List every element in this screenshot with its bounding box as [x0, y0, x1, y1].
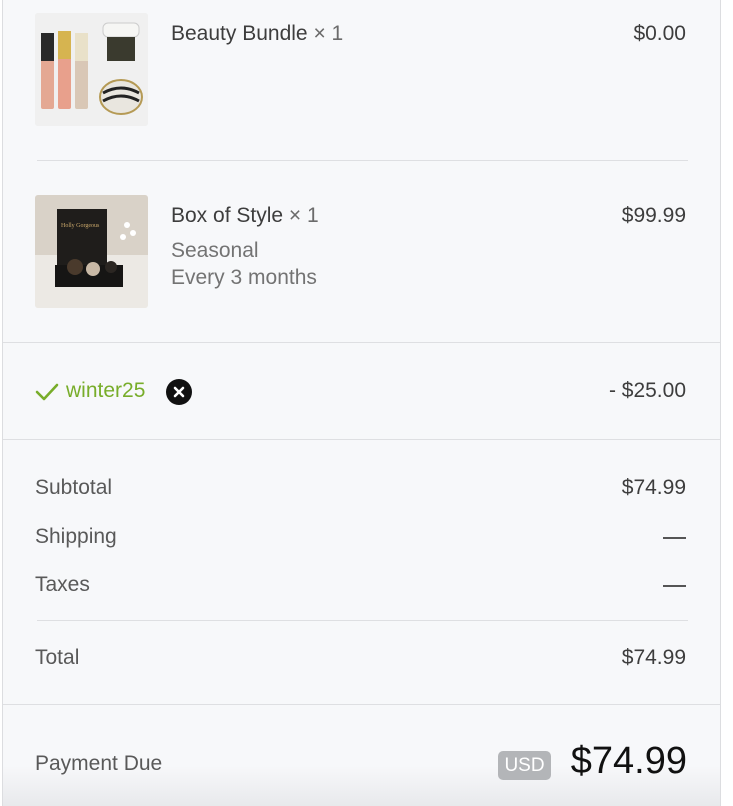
- box-of-style-image: Holly Gorgeous: [35, 195, 148, 308]
- shipping-label: Shipping: [35, 525, 117, 548]
- item-price: $99.99: [621, 204, 686, 227]
- beauty-bundle-image: [35, 13, 148, 126]
- discount-code: winter25: [66, 379, 146, 402]
- subscription-label: Seasonal: [171, 239, 259, 262]
- discount-row: winter25 - $25.00: [35, 375, 686, 409]
- remove-discount-button[interactable]: [166, 379, 192, 405]
- subscription-frequency: Every 3 months: [171, 266, 317, 289]
- discount-amount: - $25.00: [608, 379, 686, 402]
- total-row: Total $74.99: [35, 646, 686, 672]
- line-item: Beauty Bundle × 1 $0.00: [35, 13, 686, 126]
- divider: [3, 342, 720, 343]
- payment-due-amount: $74.99: [570, 740, 687, 782]
- taxes-row: Taxes: [35, 573, 686, 599]
- total-value: $74.99: [621, 646, 686, 669]
- check-icon: [35, 383, 59, 401]
- currency-badge: USD: [498, 751, 551, 780]
- item-price: $0.00: [633, 22, 686, 45]
- line-item: Holly Gorgeous Box of Style × 1 Seasonal…: [35, 195, 686, 308]
- total-label: Total: [35, 646, 80, 669]
- subtotal-label: Subtotal: [35, 476, 113, 499]
- divider: [37, 160, 688, 161]
- shipping-row: Shipping: [35, 525, 686, 551]
- subtotal-value: $74.99: [621, 476, 686, 499]
- subtotal-row: Subtotal $74.99: [35, 476, 686, 502]
- payment-due-label: Payment Due: [35, 752, 163, 775]
- shipping-value-dash: [663, 537, 686, 539]
- item-name: Box of Style × 1: [171, 204, 319, 227]
- divider: [3, 439, 720, 440]
- taxes-label: Taxes: [35, 573, 90, 596]
- divider: [37, 620, 688, 621]
- close-icon: [173, 386, 185, 398]
- item-name: Beauty Bundle × 1: [171, 22, 344, 45]
- taxes-value-dash: [663, 585, 686, 587]
- box-brand-text: Holly Gorgeous: [61, 223, 100, 229]
